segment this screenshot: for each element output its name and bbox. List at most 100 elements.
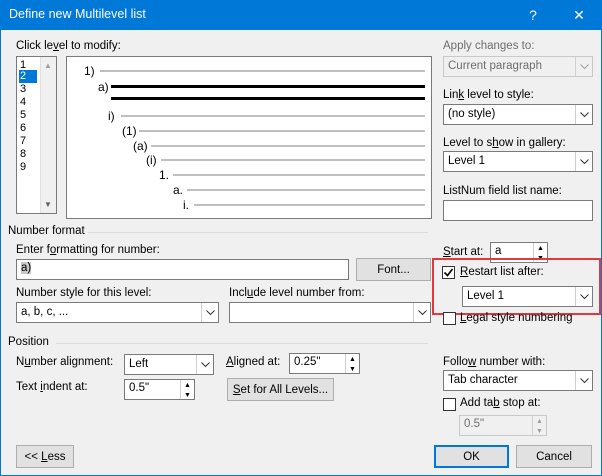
listnum-field[interactable]: [443, 200, 593, 221]
restart-list-label: Restart list after:: [460, 266, 544, 278]
spin-down-icon: ▼: [536, 427, 543, 435]
chevron-down-icon[interactable]: [413, 303, 430, 322]
start-at-value: a: [495, 245, 502, 257]
listnum-label: ListNum field list name:: [443, 185, 562, 197]
level-item-3[interactable]: 3: [19, 83, 37, 96]
font-button-label: Font...: [377, 263, 410, 276]
link-level-select[interactable]: (no style): [443, 104, 593, 125]
chevron-down-icon[interactable]: [575, 152, 592, 171]
text-indent-label: Text indent at:: [16, 381, 88, 393]
tab-stop-value: 0.5": [464, 418, 485, 430]
follow-number-label: Follow number with:: [443, 356, 546, 368]
level-gallery-label: Level to show in gallery:: [443, 137, 566, 149]
set-all-levels-button[interactable]: Set for All Levels...: [227, 378, 334, 401]
add-tab-stop-label: Add tab stop at:: [460, 397, 541, 409]
preview-label: a): [98, 80, 109, 94]
aligned-at-value: 0.25": [294, 356, 321, 368]
aligned-at-label: Aligned at:: [226, 356, 281, 368]
level-item-8[interactable]: 8: [19, 148, 37, 161]
preview-label: i): [108, 109, 115, 123]
spin-up-icon[interactable]: ▲: [181, 380, 194, 390]
spinner-buttons: ▲ ▼: [532, 416, 546, 435]
number-style-label: Number style for this level:: [16, 287, 152, 299]
include-level-label: Include level number from:: [229, 287, 365, 299]
preview-label: 1): [84, 64, 95, 78]
include-level-select[interactable]: [229, 302, 431, 323]
tab-stop-spinner: 0.5" ▲ ▼: [459, 415, 547, 436]
level-listbox[interactable]: 1 2 3 4 5 6 7 8 9 ▲ ▼: [16, 56, 57, 214]
level-item-5[interactable]: 5: [19, 109, 37, 122]
add-tab-stop-checkbox[interactable]: [443, 398, 456, 411]
chevron-down-icon[interactable]: [201, 303, 218, 322]
chevron-down-icon[interactable]: [196, 355, 213, 374]
spin-down-icon[interactable]: ▼: [181, 390, 194, 399]
spin-up-icon[interactable]: ▲: [346, 354, 359, 364]
preview-label: a.: [173, 183, 184, 197]
chevron-down-icon[interactable]: [575, 287, 592, 306]
level-item-7[interactable]: 7: [19, 135, 37, 148]
help-button[interactable]: ?: [510, 0, 556, 30]
level-item-2[interactable]: 2: [19, 70, 37, 83]
link-level-label: Link level to style:: [443, 89, 534, 101]
restart-level-select[interactable]: Level 1: [462, 286, 593, 307]
preview-label: (i): [146, 153, 157, 167]
scroll-up-icon[interactable]: ▲: [44, 61, 52, 70]
legal-style-label: Legal style numbering: [460, 312, 573, 324]
number-alignment-value: Left: [129, 358, 149, 370]
text-indent-spinner[interactable]: 0.5" ▲ ▼: [124, 379, 195, 400]
chevron-down-icon: [575, 57, 592, 76]
help-icon: ?: [529, 7, 537, 23]
position-heading: Position: [8, 336, 49, 348]
level-list-scrollbar[interactable]: ▲ ▼: [40, 57, 56, 213]
preview-line: [121, 115, 425, 117]
follow-number-value: Tab character: [448, 374, 518, 386]
scroll-down-icon[interactable]: ▼: [44, 200, 52, 209]
chevron-down-icon[interactable]: [575, 105, 592, 124]
level-gallery-select[interactable]: Level 1: [443, 151, 593, 172]
cancel-button[interactable]: Cancel: [516, 445, 592, 468]
follow-number-select[interactable]: Tab character: [443, 370, 593, 391]
preview-line: [139, 130, 425, 132]
close-button[interactable]: ✕: [556, 0, 602, 30]
ok-button[interactable]: OK: [434, 445, 509, 468]
number-style-value: a, b, c, ...: [21, 306, 69, 318]
spinner-buttons[interactable]: ▲ ▼: [345, 354, 359, 373]
level-list-label: Click level to modify:: [16, 40, 121, 52]
chevron-down-icon[interactable]: [575, 371, 592, 390]
start-at-label: Start at:: [443, 246, 484, 258]
less-button[interactable]: << Less: [16, 445, 74, 468]
level-item-6[interactable]: 6: [19, 122, 37, 135]
preview-line: [151, 145, 425, 147]
preview-line: [111, 85, 425, 88]
number-alignment-select[interactable]: Left: [124, 354, 214, 375]
level-item-4[interactable]: 4: [19, 96, 37, 109]
preview-label: 1.: [159, 168, 170, 182]
preview-label: (1): [122, 124, 137, 138]
spin-down-icon[interactable]: ▼: [346, 364, 359, 373]
number-format-value: a): [21, 262, 32, 274]
number-alignment-label: Number alignment:: [16, 356, 114, 368]
section-divider: [56, 343, 428, 344]
aligned-at-spinner[interactable]: 0.25" ▲ ▼: [289, 353, 360, 374]
spinner-buttons[interactable]: ▲ ▼: [180, 380, 194, 399]
link-level-value: (no style): [448, 108, 496, 120]
cancel-button-label: Cancel: [536, 450, 572, 463]
dialog-title: Define new Multilevel list: [9, 7, 146, 21]
level-item-9[interactable]: 9: [19, 161, 37, 174]
number-style-select[interactable]: a, b, c, ...: [16, 302, 219, 323]
enter-format-label: Enter formatting for number:: [16, 244, 160, 256]
set-all-levels-label: Set for All Levels...: [232, 383, 329, 396]
number-format-input[interactable]: a): [16, 259, 349, 280]
level-gallery-value: Level 1: [448, 155, 486, 167]
legal-style-checkbox[interactable]: [443, 312, 456, 325]
number-format-heading: Number format: [8, 225, 85, 237]
close-icon: ✕: [573, 6, 585, 23]
apply-changes-select: Current paragraph: [443, 56, 593, 77]
section-divider: [88, 232, 428, 233]
preview-line: [187, 189, 425, 191]
font-button[interactable]: Font...: [356, 258, 431, 281]
restart-list-checkbox[interactable]: [442, 266, 455, 279]
preview-line: [194, 204, 425, 206]
spin-up-icon[interactable]: ▲: [534, 243, 547, 253]
spin-up-icon: ▲: [536, 417, 543, 425]
